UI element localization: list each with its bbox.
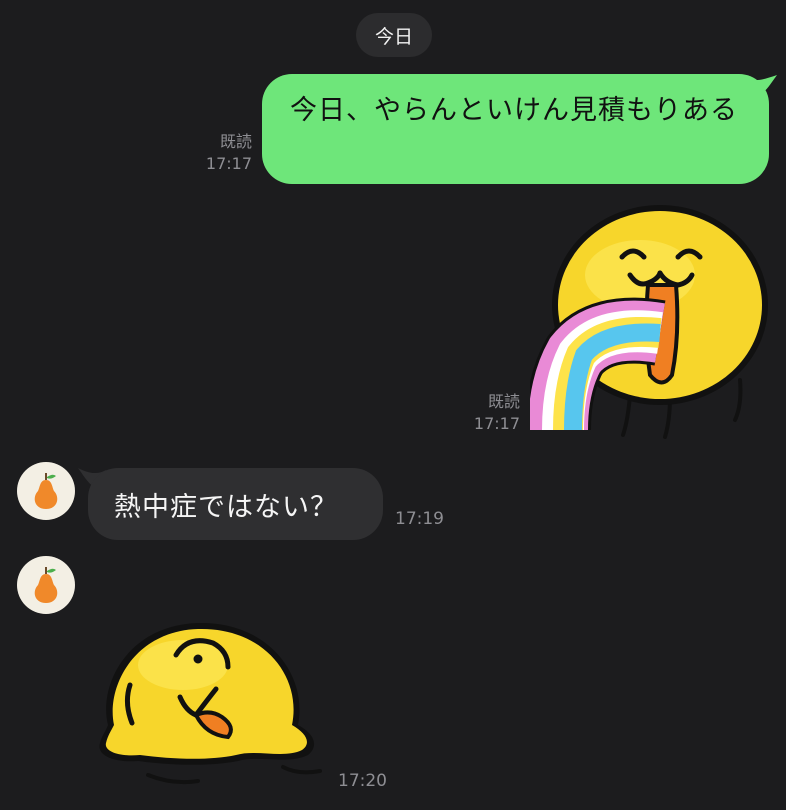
message-meta: 既読 17:17 (186, 131, 252, 175)
message-time: 17:20 (338, 771, 387, 791)
date-divider: 今日 (356, 13, 432, 57)
pear-icon (34, 473, 58, 509)
message-time: 17:19 (395, 509, 444, 529)
yellow-blob-rainbow-sticker[interactable] (530, 205, 775, 447)
message-time: 17:17 (473, 414, 520, 433)
read-receipt: 既読 (219, 132, 252, 151)
read-receipt: 既読 (487, 392, 520, 411)
melting-yellow-blob-sticker[interactable] (88, 615, 333, 795)
incoming-message-bubble[interactable]: 熱中症ではない？ (88, 468, 383, 540)
avatar[interactable] (17, 462, 75, 520)
message-time: 17:17 (205, 154, 252, 173)
message-meta: 既読 17:17 (452, 391, 520, 435)
avatar[interactable] (17, 556, 75, 614)
pear-icon (34, 567, 58, 603)
message-text: 熱中症ではない？ (114, 491, 338, 523)
outgoing-message-bubble[interactable]: 今日、やらんといけん見積もりある (262, 74, 769, 184)
